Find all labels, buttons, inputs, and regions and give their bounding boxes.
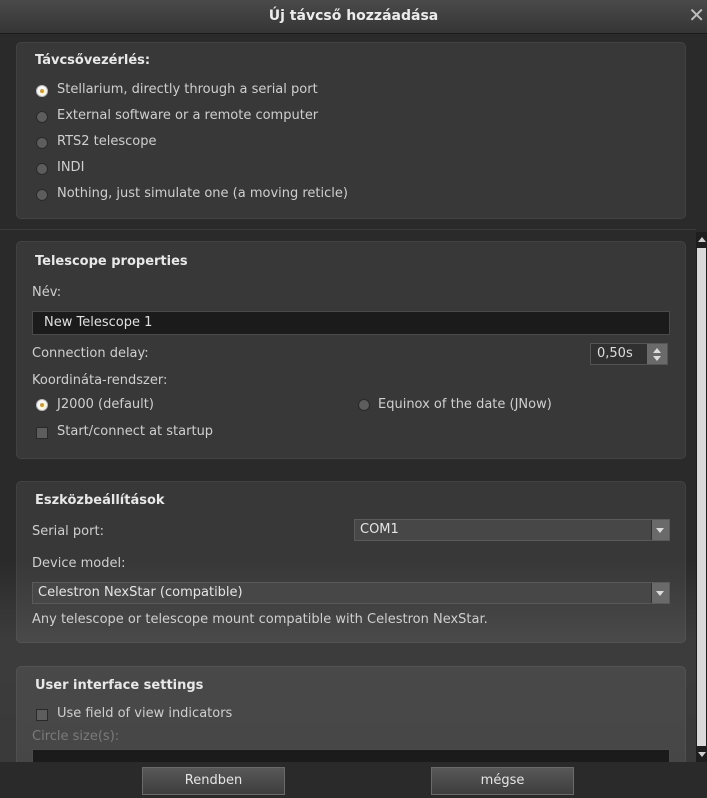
scrollbar[interactable] xyxy=(696,232,707,762)
checkbox-label-fov: Use field of view indicators xyxy=(57,706,233,721)
scroll-up-icon[interactable] xyxy=(698,237,706,242)
ok-button[interactable]: Rendben xyxy=(142,767,285,795)
connection-delay-value: 0,50s xyxy=(597,346,633,361)
radio-serial[interactable] xyxy=(36,85,48,97)
radio-indi[interactable] xyxy=(36,163,48,175)
radio-label-indi: INDI xyxy=(57,160,85,175)
spinbox-arrows[interactable] xyxy=(647,344,667,364)
name-field[interactable]: New Telescope 1 xyxy=(32,311,670,335)
radio-external[interactable] xyxy=(36,111,48,123)
device-settings-section: Eszközbeállítások Serial port: COM1 Devi… xyxy=(16,481,686,643)
cancel-button[interactable]: mégse xyxy=(431,767,574,795)
scrollbar-thumb[interactable] xyxy=(697,248,706,746)
device-model-description: Any telescope or telescope mount compati… xyxy=(32,612,488,627)
spin-up-icon[interactable] xyxy=(653,348,661,353)
radio-jnow[interactable] xyxy=(358,399,370,411)
name-label: Név: xyxy=(32,285,62,300)
radio-label-jnow: Equinox of the date (JNow) xyxy=(378,397,552,412)
close-icon[interactable]: ✕ xyxy=(688,4,705,26)
coordinate-system-label: Koordináta-rendszer: xyxy=(32,373,168,388)
radio-label-serial: Stellarium, directly through a serial po… xyxy=(57,82,318,97)
scroll-down-icon[interactable] xyxy=(698,752,706,757)
telescope-properties-section: Telescope properties Név: New Telescope … xyxy=(16,241,686,459)
telescope-control-section: Távcsővezérlés: Stellarium, directly thr… xyxy=(16,42,686,219)
button-bar: Rendben mégse xyxy=(0,762,707,798)
circle-size-label: Circle size(s): xyxy=(32,729,120,744)
divider xyxy=(0,229,696,230)
serial-port-value: COM1 xyxy=(360,522,399,537)
device-model-label: Device model: xyxy=(32,556,126,571)
connection-delay-label: Connection delay: xyxy=(32,346,149,361)
chevron-down-icon[interactable] xyxy=(651,583,669,603)
device-model-select[interactable]: Celestron NexStar (compatible) xyxy=(32,582,670,604)
checkbox-fov[interactable] xyxy=(36,709,48,721)
radio-label-simulate: Nothing, just simulate one (a moving ret… xyxy=(57,186,348,201)
dialog-title: Új távcső hozzáadása xyxy=(268,8,439,24)
section-title-properties: Telescope properties xyxy=(35,254,188,269)
radio-rts2[interactable] xyxy=(36,137,48,149)
radio-j2000[interactable] xyxy=(36,399,48,411)
section-title-ui: User interface settings xyxy=(35,678,204,693)
device-model-value: Celestron NexStar (compatible) xyxy=(38,585,243,600)
radio-label-external: External software or a remote computer xyxy=(57,108,319,123)
circle-size-field[interactable] xyxy=(32,749,670,763)
spin-down-icon[interactable] xyxy=(653,356,661,361)
checkbox-startup[interactable] xyxy=(36,427,48,439)
serial-port-select[interactable]: COM1 xyxy=(354,519,670,541)
checkbox-label-startup: Start/connect at startup xyxy=(57,424,214,439)
serial-port-label: Serial port: xyxy=(32,524,104,539)
radio-simulate[interactable] xyxy=(36,189,48,201)
section-title-control: Távcsővezérlés: xyxy=(35,53,151,68)
connection-delay-spinbox[interactable]: 0,50s xyxy=(590,343,668,365)
chevron-down-icon[interactable] xyxy=(651,520,669,540)
radio-label-rts2: RTS2 telescope xyxy=(57,134,157,149)
section-title-device: Eszközbeállítások xyxy=(35,493,165,508)
title-bar: Új távcső hozzáadása ✕ xyxy=(0,0,707,34)
radio-label-j2000: J2000 (default) xyxy=(57,397,154,412)
ui-settings-section: User interface settings Use field of vie… xyxy=(16,666,686,763)
